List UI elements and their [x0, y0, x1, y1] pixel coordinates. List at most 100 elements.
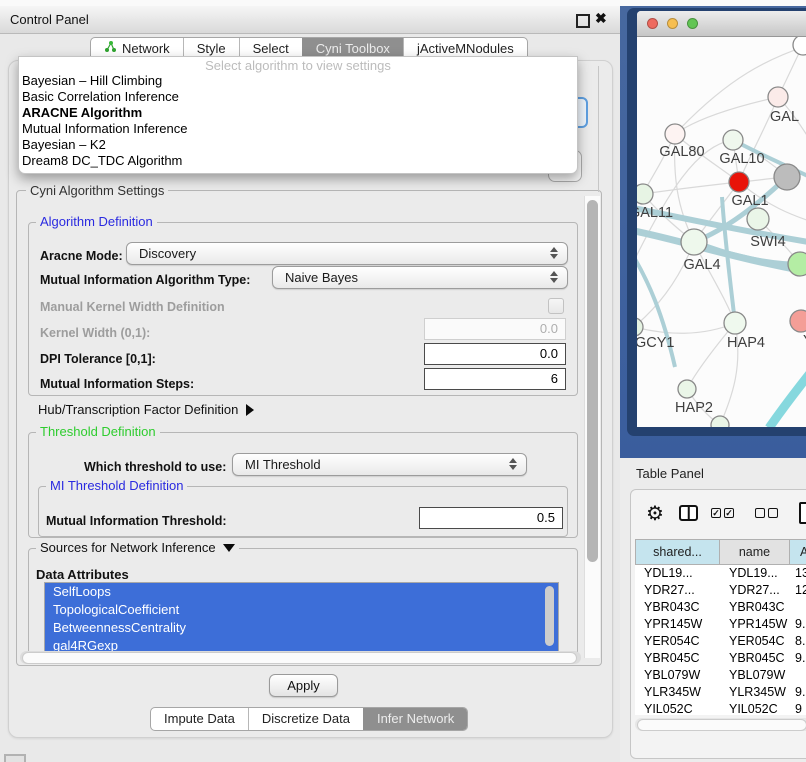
network-node-gal4[interactable]: [681, 229, 707, 255]
collapsed-panel-icon[interactable]: [4, 754, 26, 762]
checked-columns-icon[interactable]: ✓ ✓: [711, 508, 734, 518]
data-attribute-item[interactable]: BetweennessCentrality: [45, 619, 558, 637]
algorithm-option[interactable]: Bayesian – Hill Climbing: [19, 73, 577, 89]
network-node-gal1[interactable]: [729, 172, 749, 192]
table-row[interactable]: YLR345WYLR345W9.: [635, 684, 806, 701]
hub-definition-expander[interactable]: Hub/Transcription Factor Definition: [38, 402, 254, 417]
table-row[interactable]: YDR27...YDR27...12: [635, 582, 806, 599]
data-attribute-item[interactable]: TopologicalCoefficient: [45, 601, 558, 619]
settings-vertical-scrollbar[interactable]: [584, 196, 600, 658]
attributes-list-scrollbar[interactable]: [544, 584, 555, 652]
table-panel-card: ⚙ ✓ ✓ shared... name A YDL19...YDL19...1…: [630, 489, 806, 759]
network-node-gal[interactable]: [768, 87, 788, 107]
sources-group-header[interactable]: Sources for Network Inference: [36, 541, 239, 554]
data-attributes-list[interactable]: SelfLoopsTopologicalCoefficientBetweenne…: [44, 582, 559, 656]
node-label: HAP2: [675, 400, 713, 416]
table-row[interactable]: YDL19...YDL19...13: [635, 565, 806, 582]
table-cell: YLR345W: [635, 684, 720, 701]
table-cell: [790, 599, 806, 616]
close-traffic-light[interactable]: [647, 18, 658, 29]
table-cell: YIL052C: [635, 701, 720, 715]
network-node[interactable]: [774, 164, 800, 190]
mi-steps-field[interactable]: 6: [424, 368, 566, 390]
column-header-name[interactable]: name: [719, 539, 790, 565]
network-node-hap2[interactable]: [678, 380, 696, 398]
attributes-scrollbar-thumb[interactable]: [545, 586, 554, 646]
cyni-settings-group-title: Cyni Algorithm Settings: [26, 184, 168, 197]
minimize-traffic-light[interactable]: [667, 18, 678, 29]
table-row[interactable]: YER054CYER054C8.: [635, 633, 806, 650]
float-window-icon[interactable]: [576, 14, 590, 28]
kernel-width-label: Kernel Width (0,1):: [40, 326, 150, 340]
mi-threshold-field[interactable]: 0.5: [419, 507, 563, 529]
network-window: GALGAL80GAL10GAL1GAL11SWI4GAL4GCY1HAP4YH…: [637, 11, 806, 427]
tab-discretize-data[interactable]: Discretize Data: [248, 708, 363, 730]
dpi-tolerance-field[interactable]: 0.0: [424, 343, 566, 365]
algorithm-option[interactable]: Bayesian – K2: [19, 137, 577, 153]
mi-type-label: Mutual Information Algorithm Type:: [40, 273, 250, 287]
network-node-y[interactable]: [790, 310, 806, 332]
table-row[interactable]: YPR145WYPR145W9.: [635, 616, 806, 633]
column-header-shared-name[interactable]: shared...: [635, 539, 720, 565]
gear-icon[interactable]: ⚙: [646, 501, 664, 526]
apply-button[interactable]: Apply: [269, 674, 338, 697]
close-icon[interactable]: ✖: [595, 10, 607, 27]
table-cell: YDL19...: [720, 565, 790, 582]
network-node-gal80[interactable]: [665, 124, 685, 144]
table-cell: 12: [790, 582, 806, 599]
settings-horizontal-scrollbar[interactable]: [20, 651, 581, 664]
which-threshold-select[interactable]: MI Threshold: [232, 453, 527, 476]
table-row[interactable]: YBL079WYBL079W: [635, 667, 806, 684]
document-icon[interactable]: [799, 502, 806, 524]
algorithm-option[interactable]: Mutual Information Inference: [19, 121, 577, 137]
table-row[interactable]: YBR043CYBR043C: [635, 599, 806, 616]
table-row[interactable]: YBR045CYBR045C9.: [635, 650, 806, 667]
node-label: GAL10: [719, 151, 764, 167]
network-node-hap4[interactable]: [724, 312, 746, 334]
tab-label: Discretize Data: [262, 708, 350, 730]
table-body[interactable]: YDL19...YDL19...13YDR27...YDR27...12YBR0…: [635, 565, 806, 715]
application-root: Control Panel ✖ NetworkStyleSelectCyni T…: [0, 0, 806, 762]
network-node[interactable]: [788, 252, 806, 276]
table-scrollbar-thumb[interactable]: [637, 719, 806, 731]
data-attribute-item[interactable]: SelfLoops: [45, 583, 558, 601]
table-cell: [790, 667, 806, 684]
aracne-mode-label: Aracne Mode:: [40, 249, 123, 263]
table-cell: YBR043C: [720, 599, 790, 616]
algorithm-option[interactable]: ARACNE Algorithm: [19, 105, 577, 121]
table-cell: 9.: [790, 616, 806, 633]
aracne-mode-select[interactable]: Discovery: [126, 242, 568, 265]
network-node-gcy1[interactable]: [637, 318, 643, 336]
mi-type-select[interactable]: Naive Bayes: [272, 266, 568, 289]
algorithm-option[interactable]: Dream8 DC_TDC Algorithm: [19, 153, 577, 169]
column-header-partial[interactable]: A: [789, 539, 806, 565]
table-row[interactable]: YIL052CYIL052C9: [635, 701, 806, 715]
network-node-gal11[interactable]: [637, 184, 653, 204]
horizontal-scrollbar-thumb[interactable]: [22, 652, 577, 664]
algorithm-dropdown-list: Bayesian – Hill ClimbingBasic Correlatio…: [19, 73, 577, 169]
unchecked-columns-icon[interactable]: [755, 508, 778, 518]
table-cell: YBL079W: [720, 667, 790, 684]
data-attributes-label: Data Attributes: [36, 567, 129, 582]
table-cell: YDL19...: [635, 565, 720, 582]
network-node-gal10[interactable]: [723, 130, 743, 150]
network-node-swi4[interactable]: [747, 208, 769, 230]
manual-kernel-label: Manual Kernel Width Definition: [40, 300, 225, 314]
stepper-arrows-icon: [550, 247, 558, 259]
table-cell: YBR045C: [720, 650, 790, 667]
tab-infer-network[interactable]: Infer Network: [363, 708, 467, 730]
settings-scrollbar-thumb[interactable]: [587, 200, 598, 562]
algorithm-option[interactable]: Basic Correlation Inference: [19, 89, 577, 105]
table-horizontal-scrollbar[interactable]: [635, 718, 806, 731]
network-node[interactable]: [793, 37, 806, 55]
node-label: GAL11: [637, 205, 673, 221]
zoom-traffic-light[interactable]: [687, 18, 698, 29]
split-columns-icon[interactable]: [679, 505, 698, 521]
table-panel-title: Table Panel: [636, 466, 704, 481]
network-canvas[interactable]: GALGAL80GAL10GAL1GAL11SWI4GAL4GCY1HAP4YH…: [637, 37, 806, 427]
kernel-width-field[interactable]: 0.0: [424, 318, 566, 340]
tab-impute-data[interactable]: Impute Data: [151, 708, 248, 730]
aracne-mode-value: Discovery: [139, 246, 196, 261]
network-node[interactable]: [711, 416, 729, 427]
manual-kernel-checkbox[interactable]: [548, 298, 564, 314]
